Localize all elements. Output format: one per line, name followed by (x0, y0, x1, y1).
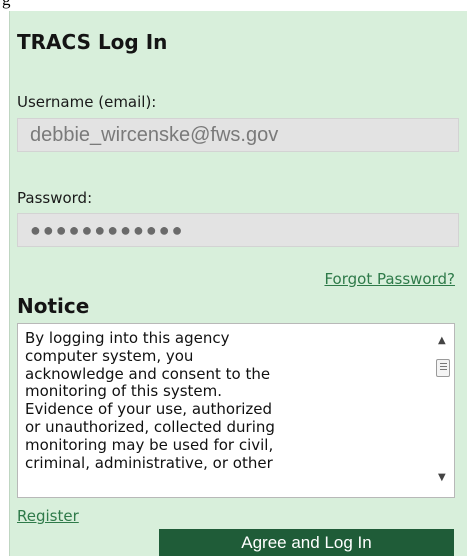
notice-textarea[interactable]: By logging into this agency computer sys… (17, 323, 455, 498)
page-fragment-text: g (0, 0, 467, 11)
forgot-password-link[interactable]: Forgot Password? (324, 270, 455, 288)
notice-line: criminal, administrative, or other (25, 453, 273, 472)
password-label: Password: (17, 189, 93, 207)
login-title: TRACS Log In (17, 30, 168, 54)
scroll-up-arrow-icon[interactable]: ▲ (438, 335, 446, 346)
notice-scrollbar[interactable]: ▲ ▼ (433, 324, 454, 497)
notice-line: Evidence of your use, authorized (25, 400, 273, 419)
notice-line: monitoring of this system. (25, 382, 223, 401)
notice-text: By logging into this agency computer sys… (25, 329, 421, 472)
username-label: Username (email): (17, 93, 157, 111)
scroll-thumb[interactable] (436, 359, 450, 377)
notice-line: computer system, you (25, 346, 194, 365)
password-input[interactable]: ●●●●●●●●●●●● (17, 213, 459, 247)
notice-heading: Notice (17, 294, 90, 318)
scroll-down-arrow-icon[interactable]: ▼ (438, 472, 446, 483)
notice-line: or unauthorized, collected during (25, 417, 275, 436)
notice-line: monitoring may be used for civil, (25, 435, 274, 454)
register-link[interactable]: Register (17, 507, 79, 525)
agree-and-login-button[interactable]: Agree and Log In (159, 529, 454, 556)
username-input[interactable] (17, 118, 459, 152)
notice-line: By logging into this agency (25, 329, 230, 347)
notice-line: acknowledge and consent to the (25, 364, 271, 383)
